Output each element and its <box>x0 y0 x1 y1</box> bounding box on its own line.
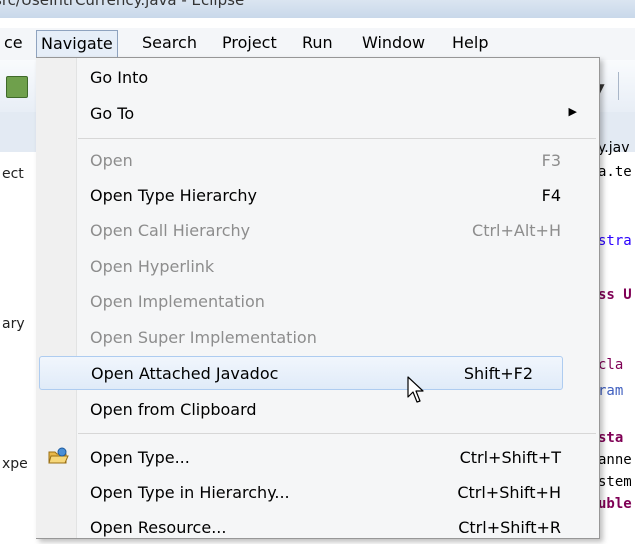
menu-item-open-type-in-hierarchy[interactable]: Open Type in Hierarchy... Ctrl+Shift+H <box>37 475 597 509</box>
submenu-arrow-icon: ▶ <box>568 105 577 118</box>
menu-item-open-call-hierarchy[interactable]: Open Call Hierarchy Ctrl+Alt+H <box>37 213 597 247</box>
menu-project[interactable]: Project <box>218 31 281 55</box>
shortcut-label: Ctrl+Shift+T <box>459 448 561 467</box>
shortcut-label: F3 <box>541 151 561 170</box>
menu-item-open-attached-javadoc[interactable]: Open Attached Javadoc Shift+F2 <box>39 356 563 390</box>
shortcut-label: Ctrl+Alt+H <box>472 221 561 240</box>
code-fragment: ss U <box>598 287 632 303</box>
code-fragment: stra <box>598 233 632 249</box>
menu-item-open-type-hierarchy[interactable]: Open Type Hierarchy F4 <box>37 178 597 212</box>
menu-window[interactable]: Window <box>358 31 429 55</box>
menu-item-open-resource[interactable]: Open Resource... Ctrl+Shift+R <box>37 510 597 544</box>
code-fragment: a.te <box>598 164 632 180</box>
mouse-cursor-icon <box>407 376 424 403</box>
code-fragment: cla <box>598 357 624 373</box>
menu-item-open[interactable]: Open F3 <box>37 143 597 177</box>
explorer-fragment: ect <box>2 166 24 182</box>
editor-tab-label[interactable]: y.jav <box>598 140 630 156</box>
menu-search[interactable]: Search <box>138 31 201 55</box>
menu-source[interactable]: ce <box>0 31 27 55</box>
menu-help[interactable]: Help <box>448 31 492 55</box>
toolbar-app-icon[interactable] <box>6 76 28 98</box>
menu-separator <box>78 433 596 434</box>
code-fragment: uble <box>598 496 632 512</box>
explorer-fragment: ary <box>2 316 25 332</box>
shortcut-label: Ctrl+Shift+R <box>458 518 561 537</box>
code-fragment: stem <box>598 474 632 490</box>
window-title: src/UseIntrCurrency.java - Eclipse <box>0 0 245 9</box>
menu-item-open-hyperlink[interactable]: Open Hyperlink <box>37 249 597 283</box>
menu-item-go-to[interactable]: Go To ▶ <box>37 96 597 130</box>
shortcut-label: Ctrl+Shift+H <box>457 483 561 502</box>
menu-navigate[interactable]: Navigate <box>36 30 118 58</box>
menu-item-open-super-implementation[interactable]: Open Super Implementation <box>37 320 597 354</box>
code-fragment: ram <box>598 383 624 399</box>
menu-item-open-implementation[interactable]: Open Implementation <box>37 284 597 318</box>
shortcut-label: Shift+F2 <box>463 364 533 383</box>
open-type-icon <box>48 447 69 464</box>
package-explorer-header <box>0 112 36 152</box>
code-fragment: anne <box>598 452 632 468</box>
menu-item-open-from-clipboard[interactable]: Open from Clipboard <box>37 392 597 426</box>
menu-separator <box>78 138 596 139</box>
toolbar-separator <box>618 72 619 100</box>
code-fragment: sta <box>598 430 624 446</box>
window-title-bar: src/UseIntrCurrency.java - Eclipse <box>0 0 635 18</box>
explorer-fragment: xpe <box>2 456 28 472</box>
menu-item-open-type[interactable]: Open Type... Ctrl+Shift+T <box>37 440 597 474</box>
shortcut-label: F4 <box>541 186 561 205</box>
menu-run[interactable]: Run <box>298 31 337 55</box>
menu-item-go-into[interactable]: Go Into <box>37 60 597 94</box>
